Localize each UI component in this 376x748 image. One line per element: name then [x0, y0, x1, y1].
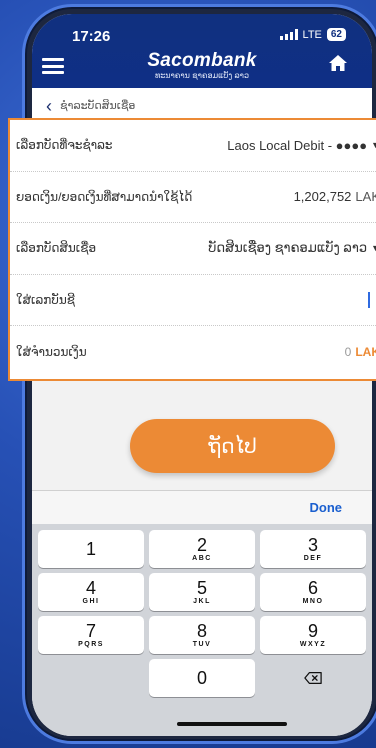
key-7[interactable]: 7 PQRS: [38, 616, 144, 654]
brand-name: Sacombank: [147, 50, 257, 71]
select-source-card-label: ເລືອກບັດທີ່ຈະຊໍາລະ: [16, 138, 113, 153]
key-0[interactable]: 0: [149, 659, 255, 697]
battery-icon: 62: [326, 28, 346, 41]
account-number-row[interactable]: ໃສ່ເລກບັນຊີ: [10, 275, 376, 326]
key-4[interactable]: 4 GHI: [38, 573, 144, 611]
top-bar: 17:26 LTE 62 Sacombank ທະນາຄານ ຊາຄອມແບັງ…: [32, 14, 372, 88]
continue-button[interactable]: ຖັດໄປ: [130, 419, 335, 473]
key-2[interactable]: 2 ABC: [149, 530, 255, 568]
home-icon[interactable]: [328, 54, 348, 77]
backspace-key[interactable]: [260, 659, 366, 697]
key-8[interactable]: 8 TUV: [149, 616, 255, 654]
status-time: 17:26: [72, 28, 111, 45]
amount-row[interactable]: ໃສ່ຈໍານວນເງິນ 0 LAK: [10, 326, 376, 378]
balance-value: 1,202,752 LAK: [293, 189, 376, 205]
subheader-title: ຊໍາລະບັດສິນເຊື່ອ: [60, 100, 136, 112]
key-5[interactable]: 5 JKL: [149, 573, 255, 611]
amount-label: ໃສ່ຈໍານວນເງິນ: [16, 344, 87, 359]
key-1[interactable]: 1: [38, 530, 144, 568]
key-6[interactable]: 6 MNO: [260, 573, 366, 611]
numeric-keypad: 1 2 ABC 3 DEF 4 GHI 5 JKL 6 MNO 7 PQRS 8…: [32, 524, 372, 736]
brand-logo: Sacombank ທະນາຄານ ຊາຄອມແບັງ ລາວ: [32, 50, 372, 80]
select-source-card-row[interactable]: ເລືອກບັດທີ່ຈະຊໍາລະ Laos Local Debit - ●●…: [10, 120, 376, 172]
network-label: LTE: [302, 28, 322, 41]
select-credit-card-row[interactable]: ເລືອກບັດສິນເຊື່ອ ບັດສິນເຊື່ອງ ຊາຄອມແບັງ …: [10, 223, 376, 275]
done-button[interactable]: Done: [310, 500, 343, 515]
status-indicators: LTE 62: [279, 28, 346, 41]
text-cursor: [368, 291, 370, 308]
back-chevron-icon[interactable]: ‹: [46, 97, 52, 115]
account-number-label: ໃສ່ເລກບັນຊີ: [16, 292, 75, 307]
credit-card-value: ບັດສິນເຊື່ອງ ຊາຄອມແບັງ ລາວ ▼: [208, 240, 376, 256]
dropdown-caret-icon: ▼: [371, 140, 376, 150]
payment-form: ເລືອກບັດທີ່ຈະຊໍາລະ Laos Local Debit - ●●…: [8, 118, 376, 381]
amount-value[interactable]: 0 LAK: [345, 345, 376, 359]
backspace-icon: [304, 671, 322, 685]
source-card-value: Laos Local Debit - ●●●● ▼: [227, 138, 376, 153]
balance-label: ຍອດເງິນ/ຍອດເງິນທີ່ສາມາດນໍາໃຊ້ໄດ້: [16, 189, 193, 204]
signal-icon: [279, 29, 298, 40]
key-9[interactable]: 9 WXYZ: [260, 616, 366, 654]
key-3[interactable]: 3 DEF: [260, 530, 366, 568]
select-credit-card-label: ເລືອກບັດສິນເຊື່ອ: [16, 241, 97, 256]
home-indicator: [177, 722, 287, 726]
key-blank: [38, 659, 144, 697]
dropdown-caret-icon: ▼: [371, 243, 376, 253]
balance-row: ຍອດເງິນ/ຍອດເງິນທີ່ສາມາດນໍາໃຊ້ໄດ້ 1,202,7…: [10, 172, 376, 223]
keyboard-toolbar: Done: [32, 490, 372, 524]
brand-subtitle: ທະນາຄານ ຊາຄອມແບັງ ລາວ: [154, 71, 250, 80]
